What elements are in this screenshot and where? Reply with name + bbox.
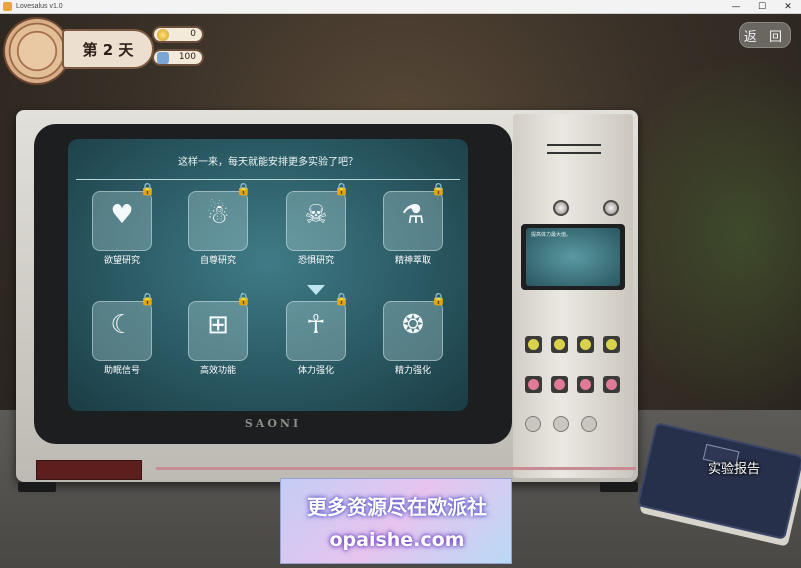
research-tile-sleep[interactable]: ☾ 🔒: [92, 292, 155, 361]
jack-icon: [525, 336, 542, 353]
jack-icon: [551, 376, 568, 393]
ghost-icon: ☠: [304, 200, 328, 230]
research-tile-fear[interactable]: ☠ 🔒: [286, 182, 349, 251]
gold-value: 0: [190, 29, 196, 39]
selection-arrow-icon: [307, 285, 325, 295]
gold-counter: 0: [152, 26, 204, 43]
lock-icon: 🔒: [334, 182, 349, 196]
jack-icon: [577, 376, 594, 393]
maximize-button[interactable]: ☐: [749, 0, 775, 14]
lock-icon: 🔒: [140, 182, 155, 196]
tile-label: 欲望研究: [103, 256, 140, 266]
knob-icon: [553, 200, 569, 216]
jack-icon: [525, 376, 542, 393]
dial-icon: [525, 416, 541, 432]
research-tile-vigor[interactable]: ❂ 🔒: [383, 292, 446, 361]
minimize-button[interactable]: —: [723, 0, 749, 14]
research-tile-efficiency[interactable]: ⊞ 🔒: [188, 292, 251, 361]
tv-side-panel: 提高体力最大值。: [513, 114, 633, 478]
jack-icon: [603, 336, 620, 353]
research-tile-desire[interactable]: ♥ 🔒: [92, 182, 155, 251]
screen-title: 这样一来，每天就能安排更多实验了吧？: [178, 157, 358, 168]
tv-base-panel: [36, 460, 142, 480]
tile-label: 精神萃取: [394, 256, 431, 266]
energy-counter: 100: [152, 49, 204, 66]
jack-icon: [577, 336, 594, 353]
info-text: 提高体力最大值。: [531, 232, 572, 238]
tv-rail: [156, 467, 636, 470]
jack-icon: [603, 376, 620, 393]
tv-foot: [18, 482, 56, 492]
research-tile-extraction[interactable]: ⚗ 🔒: [383, 182, 446, 251]
lock-icon: 🔒: [236, 182, 251, 196]
dial-icon: [581, 416, 597, 432]
lock-icon: 🔒: [140, 292, 155, 306]
tile-label: 助眠信号: [103, 366, 140, 376]
moon-icon: ☾: [110, 310, 134, 340]
dial-icon: [553, 416, 569, 432]
panel-logo: [547, 144, 601, 154]
watermark-line2: opaishe.com: [329, 529, 465, 551]
research-tile-stamina[interactable]: ☥ 🔒: [286, 292, 349, 361]
day-label: 第 2 天: [82, 40, 134, 59]
tile-label: 精力强化: [394, 366, 431, 376]
tile-label: 高效功能: [199, 366, 236, 376]
figures-icon: ☃: [206, 200, 230, 230]
flask-icon: ⚗: [401, 200, 425, 230]
screen-divider: [76, 179, 460, 180]
jack-icon: [551, 336, 568, 353]
knob-icon: [603, 200, 619, 216]
tile-label: 恐惧研究: [297, 256, 334, 266]
brain-icon: ❂: [402, 310, 424, 340]
tile-label: 自尊研究: [199, 256, 236, 266]
coin-icon: [157, 29, 169, 41]
watermark-line1: 更多资源尽在欧派社: [307, 495, 487, 519]
report-label[interactable]: 实验报告: [708, 458, 760, 477]
day-counter: 第 2 天: [62, 29, 154, 69]
tv-console: 这样一来，每天就能安排更多实验了吧？ ♥ 🔒 欲望研究 ☃ 🔒 自尊研究 ☠ 🔒…: [16, 110, 638, 482]
heart-icon: ♥: [110, 200, 134, 230]
research-tile-selfesteem[interactable]: ☃ 🔒: [188, 182, 251, 251]
tile-label: 体力强化: [297, 366, 334, 376]
lock-icon: 🔒: [431, 182, 446, 196]
day-medallion-icon: [5, 19, 69, 83]
watermark-banner: 更多资源尽在欧派社 opaishe.com: [280, 478, 512, 564]
tv-foot: [600, 482, 638, 492]
battery-icon: ⊞: [207, 310, 229, 340]
lock-icon: 🔒: [236, 292, 251, 306]
app-icon: [3, 2, 12, 11]
lock-icon: 🔒: [334, 292, 349, 306]
close-button[interactable]: ✕: [775, 0, 801, 14]
energy-icon: [157, 52, 169, 64]
tv-bezel: 这样一来，每天就能安排更多实验了吧？ ♥ 🔒 欲望研究 ☃ 🔒 自尊研究 ☠ 🔒…: [34, 124, 512, 444]
tv-screen: 这样一来，每天就能安排更多实验了吧？ ♥ 🔒 欲望研究 ☃ 🔒 自尊研究 ☠ 🔒…: [68, 139, 468, 411]
strongman-icon: ☥: [306, 310, 326, 340]
window-titlebar: Lovesalus v1.0 — ☐ ✕: [0, 0, 801, 14]
info-screen: 提高体力最大值。: [521, 224, 625, 290]
tv-brand: SAONI: [244, 417, 302, 430]
back-button[interactable]: 返 回: [739, 22, 791, 48]
window-title: Lovesalus v1.0: [16, 3, 63, 10]
lock-icon: 🔒: [431, 292, 446, 306]
energy-value: 100: [178, 52, 196, 62]
